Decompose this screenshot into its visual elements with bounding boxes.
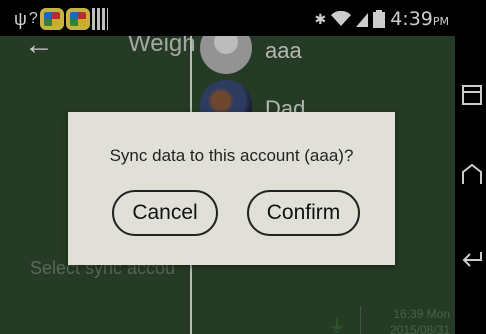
sync-confirm-dialog: Sync data to this account (aaa)? Cancel … xyxy=(68,112,395,265)
cancel-button[interactable]: Cancel xyxy=(112,190,218,236)
dialog-message: Sync data to this account (aaa)? xyxy=(109,146,354,165)
confirm-button[interactable]: Confirm xyxy=(247,190,360,236)
